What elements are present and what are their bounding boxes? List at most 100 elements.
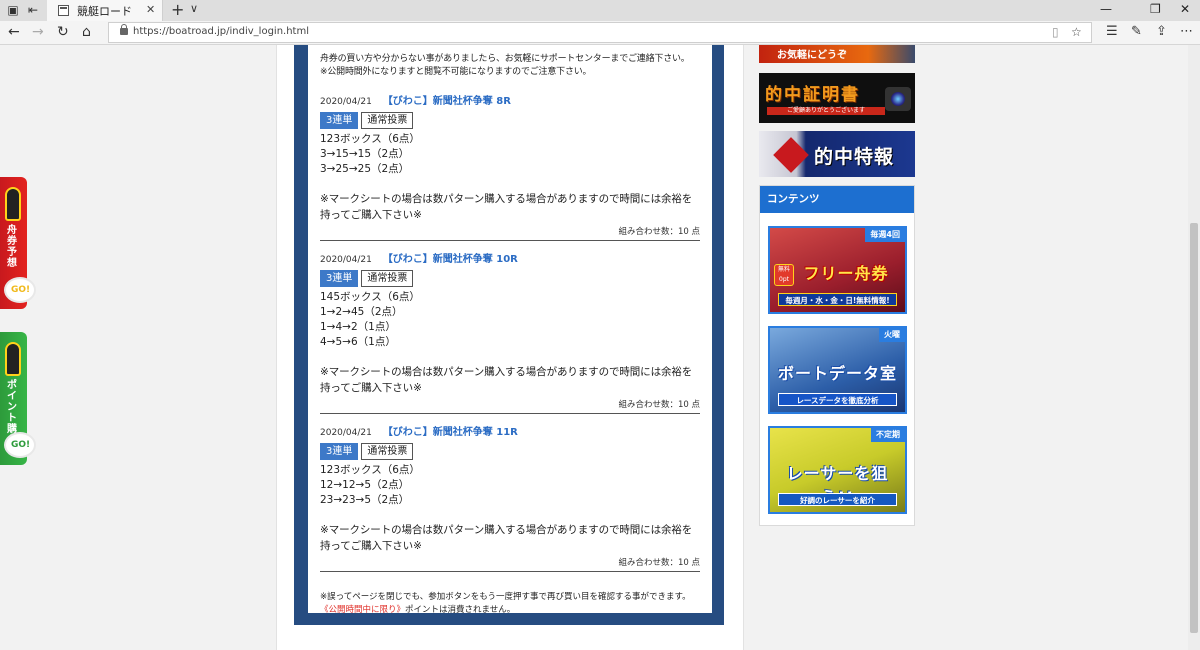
- tekichu-title: 的中証明書: [765, 85, 860, 105]
- boat-icon: [5, 342, 21, 376]
- bet-type-badge: 3連単: [320, 270, 359, 287]
- bet-type-badge: 3連単: [320, 443, 359, 460]
- pick-note: ※マークシートの場合は数パターン購入する場合がありますので時間には余裕を持ってご…: [320, 366, 693, 394]
- set-aside-icon[interactable]: ⇤: [26, 3, 40, 17]
- bet-type-badge: 3連単: [320, 112, 359, 129]
- address-bar[interactable]: https://boatroad.jp/indiv_login.html ▯ ☆: [108, 22, 1092, 43]
- side-tab-label: 舟券予想: [7, 225, 17, 269]
- picks-panel: 舟券の買い方や分からない事がありましたら、お気軽にサポートセンターまでご連絡下さ…: [308, 45, 712, 615]
- pick-block: 2020/04/21 【びわこ】新聞社杯争奪 10R 3連単 通常投票 145ボッ…: [320, 252, 700, 414]
- favorite-star-icon[interactable]: ☆: [1071, 25, 1082, 39]
- title-bar: ▣ ⇤ 競艇ロード ✕ + ∨ — ❐ ✕: [0, 0, 1200, 21]
- pick-lines: 145ボックス（6点） 1→2→45（2点） 1→4→2（1点） 4→5→6（1…: [320, 290, 700, 350]
- banner-tag: 不定期: [871, 428, 905, 442]
- url-text[interactable]: https://boatroad.jp/indiv_login.html: [133, 26, 309, 37]
- pick-count: 組み合わせ数：10 点: [320, 225, 700, 241]
- camera-icon: [885, 87, 911, 111]
- support-banner[interactable]: お気軽にどうぞ: [759, 45, 915, 63]
- minimize-icon[interactable]: —: [1100, 2, 1112, 16]
- pick-line: 1→2→45（2点）: [320, 306, 403, 318]
- pick-line: 23→23→5（2点）: [320, 494, 410, 506]
- vote-type-badge: 通常投票: [361, 112, 414, 129]
- vote-type-badge: 通常投票: [361, 443, 414, 460]
- pick-title[interactable]: 【びわこ】新聞社杯争奪 8R: [383, 96, 511, 107]
- chevron-down-icon[interactable]: ∨: [190, 2, 198, 15]
- hit-report-banner[interactable]: 的中特報: [759, 131, 915, 177]
- footnote-line-2: 《公開時間中に限り》ポイントは消費されません。: [320, 604, 700, 617]
- vote-type-badge: 通常投票: [361, 270, 414, 287]
- boat-icon: [5, 187, 21, 221]
- pick-count: 組み合わせ数：10 点: [320, 398, 700, 414]
- intro-line-1: 舟券の買い方や分からない事がありましたら、お気軽にサポートセンターまでご連絡下さ…: [320, 54, 690, 64]
- forward-icon[interactable]: →: [32, 24, 44, 40]
- racer-banner[interactable]: 不定期 レーサーを狙え!! 好調のレーサーを紹介: [768, 426, 907, 514]
- pick-line: 123ボックス（6点）: [320, 464, 420, 476]
- pick-date: 2020/04/21: [320, 97, 372, 107]
- home-icon[interactable]: ⌂: [82, 24, 91, 40]
- pick-title[interactable]: 【びわこ】新聞社杯争奪 11R: [383, 427, 518, 438]
- favorites-list-icon[interactable]: ☰: [1106, 24, 1118, 40]
- contents-heading: コンテンツ: [760, 186, 914, 213]
- pen-icon[interactable]: ✎: [1131, 24, 1142, 40]
- intro-line-2: ※公開時間外になりますと閲覧不可能になりますのでご注意下さい。: [320, 67, 592, 77]
- tekichu-certificate-banner[interactable]: 的中証明書 ご愛顧ありがとうございます: [759, 73, 915, 123]
- banner-title: フリー舟券: [803, 264, 889, 283]
- pick-lines: 123ボックス（6点） 3→15→15（2点） 3→25→25（2点）: [320, 132, 700, 177]
- pick-block: 2020/04/21 【びわこ】新聞社杯争奪 11R 3連単 通常投票 123ボッ…: [320, 425, 700, 572]
- banner-sub: レースデータを徹底分析: [778, 393, 897, 406]
- pick-line: 1→4→2（1点）: [320, 321, 396, 333]
- pick-date: 2020/04/21: [320, 255, 372, 265]
- pick-count: 組み合わせ数：10 点: [320, 556, 700, 572]
- close-icon[interactable]: ✕: [146, 3, 155, 16]
- tabs-icon[interactable]: ▣: [6, 3, 20, 17]
- banner-sub: 好調のレーサーを紹介: [778, 493, 897, 506]
- pick-lines: 123ボックス（6点） 12→12→5（2点） 23→23→5（2点）: [320, 463, 700, 508]
- pick-note: ※マークシートの場合は数パターン購入する場合がありますので時間には余裕を持ってご…: [320, 524, 693, 552]
- pick-line: 3→15→15（2点）: [320, 148, 410, 160]
- hit-report-text: 的中特報: [814, 146, 895, 168]
- banner-title: ボートデータ室: [777, 364, 897, 383]
- favicon: [58, 5, 69, 16]
- banner-tag: 火曜: [879, 328, 905, 342]
- scrollbar-thumb[interactable]: [1190, 223, 1198, 633]
- browser-tab[interactable]: 競艇ロード ✕: [47, 0, 163, 21]
- refresh-icon[interactable]: ↻: [57, 24, 69, 40]
- pick-line: 3→25→25（2点）: [320, 163, 410, 175]
- new-tab-icon[interactable]: +: [171, 0, 184, 19]
- footnote: ※誤ってページを閉じでも、参加ボタンをもう一度押す事で再び買い目を確認する事がで…: [320, 591, 700, 617]
- emblem-icon: [773, 137, 809, 173]
- footnote-rest: ポイントは消費されません。: [405, 605, 516, 615]
- point-purchase-side-tab[interactable]: ポイント購入へ: [0, 332, 36, 465]
- pick-note: ※マークシートの場合は数パターン購入する場合がありますので時間には余裕を持ってご…: [320, 193, 693, 221]
- tab-title: 競艇ロード: [77, 5, 132, 18]
- pick-line: 123ボックス（6点）: [320, 133, 420, 145]
- contents-box: コンテンツ 毎週4回 無料 0pt フリー舟券 毎週月・水・金・日!無料情報! …: [759, 185, 915, 526]
- window-close-icon[interactable]: ✕: [1180, 2, 1190, 16]
- pick-block: 2020/04/21 【びわこ】新聞社杯争奪 8R 3連単 通常投票 123ボック…: [320, 94, 700, 241]
- pick-line: 4→5→6（1点）: [320, 336, 396, 348]
- go-badge-icon: [4, 277, 36, 303]
- free-ticket-banner[interactable]: 毎週4回 無料 0pt フリー舟券 毎週月・水・金・日!無料情報!: [768, 226, 907, 314]
- maximize-icon[interactable]: ❐: [1150, 2, 1161, 16]
- boat-data-banner[interactable]: 火曜 ボートデータ室 レースデータを徹底分析: [768, 326, 907, 414]
- scrollbar[interactable]: [1188, 45, 1200, 650]
- pick-date: 2020/04/21: [320, 428, 372, 438]
- intro-text: 舟券の買い方や分からない事がありましたら、お気軽にサポートセンターまでご連絡下さ…: [320, 53, 700, 79]
- more-icon[interactable]: ⋯: [1180, 24, 1193, 40]
- pick-line: 12→12→5（2点）: [320, 479, 410, 491]
- banner-sub: 毎週月・水・金・日!無料情報!: [778, 293, 897, 306]
- prediction-side-tab[interactable]: 舟券予想: [0, 177, 36, 309]
- pick-line: 145ボックス（6点）: [320, 291, 420, 303]
- pick-title[interactable]: 【びわこ】新聞社杯争奪 10R: [383, 254, 518, 265]
- web-page: 舟券の買い方や分からない事がありましたら、お気軽にサポートセンターまでご連絡下さ…: [0, 45, 1200, 650]
- share-icon[interactable]: ⇪: [1156, 24, 1167, 40]
- go-badge-icon: [4, 432, 36, 458]
- nav-bar: ← → ↻ ⌂ https://boatroad.jp/indiv_login.…: [0, 21, 1200, 45]
- footnote-red: 《公開時間中に限り》: [320, 605, 406, 615]
- banner-tag: 毎週4回: [865, 228, 905, 242]
- back-icon[interactable]: ←: [8, 24, 20, 40]
- footnote-line-1: ※誤ってページを閉じでも、参加ボタンをもう一度押す事で再び買い目を確認する事がで…: [320, 592, 691, 602]
- support-banner-text: お気軽にどうぞ: [777, 50, 847, 61]
- reading-view-icon[interactable]: ▯: [1052, 25, 1059, 39]
- lock-icon: [120, 24, 128, 35]
